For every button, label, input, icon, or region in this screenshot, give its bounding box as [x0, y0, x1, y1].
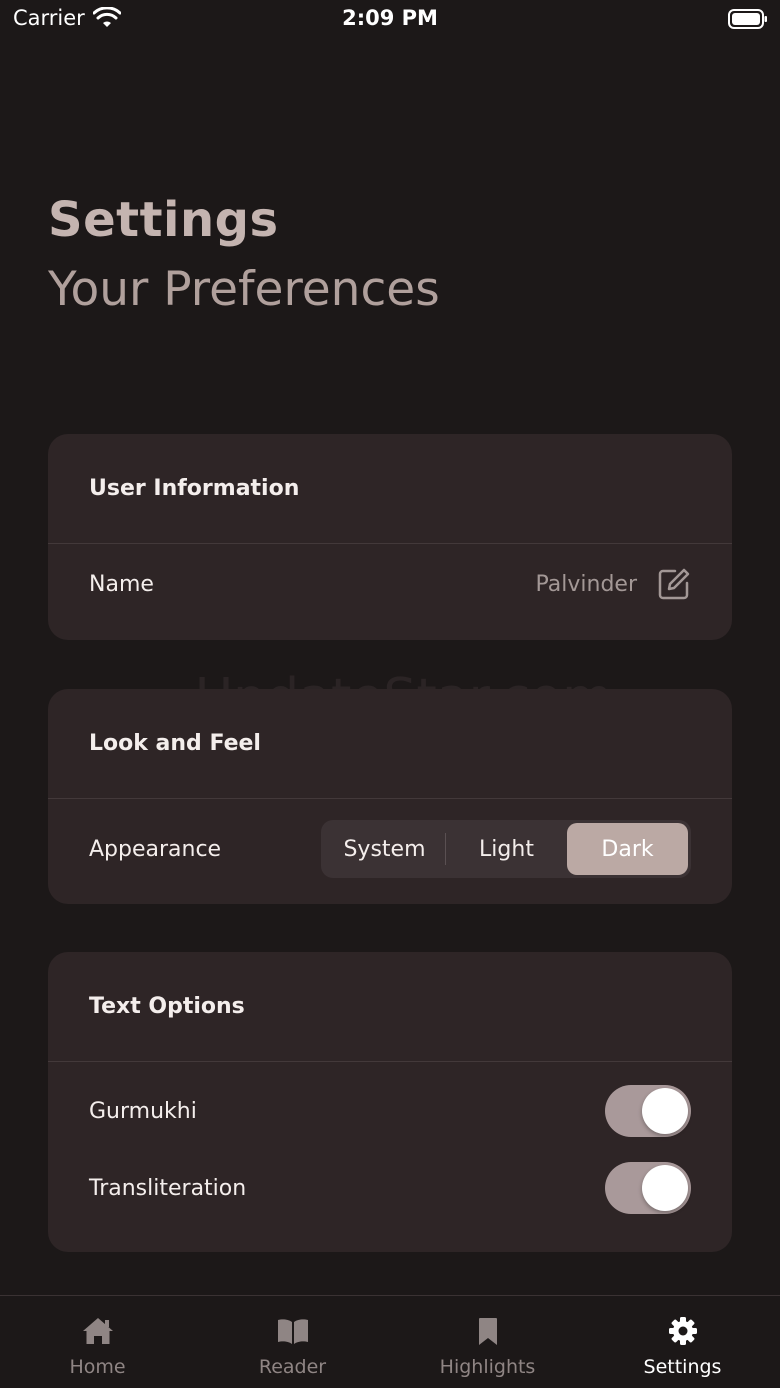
- look-and-feel-header: Look and Feel: [48, 689, 732, 799]
- user-information-header: User Information: [48, 434, 732, 544]
- tab-highlights[interactable]: Highlights: [390, 1296, 585, 1388]
- edit-icon[interactable]: [657, 567, 691, 601]
- appearance-row: Appearance System Light Dark: [89, 819, 691, 879]
- status-time: 2:09 PM: [342, 6, 438, 30]
- tab-label: Home: [69, 1356, 126, 1378]
- tab-label: Reader: [258, 1356, 327, 1378]
- name-value: Palvinder: [535, 571, 638, 597]
- tab-label: Highlights: [439, 1356, 536, 1378]
- user-information-card: User Information Name Palvinder: [48, 434, 732, 640]
- battery-icon: [728, 9, 767, 29]
- home-icon: [81, 1314, 115, 1348]
- tab-label: Settings: [643, 1356, 722, 1378]
- toggle-knob: [642, 1165, 688, 1211]
- status-bar: Carrier 2:09 PM: [0, 0, 780, 40]
- tab-bar: Home Reader Highlights Settings: [0, 1295, 780, 1388]
- text-options-card: Text Options Gurmukhi Transliteration: [48, 952, 732, 1252]
- transliteration-label: Transliteration: [89, 1175, 247, 1201]
- tab-settings[interactable]: Settings: [585, 1296, 780, 1388]
- toggle-knob: [642, 1088, 688, 1134]
- text-options-header: Text Options: [48, 952, 732, 1062]
- name-label: Name: [89, 571, 154, 597]
- tab-home[interactable]: Home: [0, 1296, 195, 1388]
- appearance-option-system[interactable]: System: [324, 823, 445, 875]
- look-and-feel-card: Look and Feel Appearance System Light Da…: [48, 689, 732, 904]
- tab-reader[interactable]: Reader: [195, 1296, 390, 1388]
- transliteration-toggle[interactable]: [605, 1162, 691, 1214]
- name-value-group[interactable]: Palvinder: [536, 567, 692, 601]
- gear-icon: [666, 1314, 700, 1348]
- gurmukhi-row: Gurmukhi: [89, 1084, 691, 1138]
- page-title: Settings: [48, 192, 279, 248]
- bookmark-icon: [471, 1314, 505, 1348]
- appearance-segmented-control[interactable]: System Light Dark: [321, 820, 691, 878]
- transliteration-row: Transliteration: [89, 1161, 691, 1215]
- appearance-option-light[interactable]: Light: [446, 823, 567, 875]
- name-row[interactable]: Name Palvinder: [89, 560, 691, 608]
- gurmukhi-label: Gurmukhi: [89, 1098, 197, 1124]
- appearance-option-dark[interactable]: Dark: [567, 823, 688, 875]
- page-subtitle: Your Preferences: [48, 262, 440, 317]
- appearance-label: Appearance: [89, 836, 222, 862]
- gurmukhi-toggle[interactable]: [605, 1085, 691, 1137]
- book-icon: [276, 1314, 310, 1348]
